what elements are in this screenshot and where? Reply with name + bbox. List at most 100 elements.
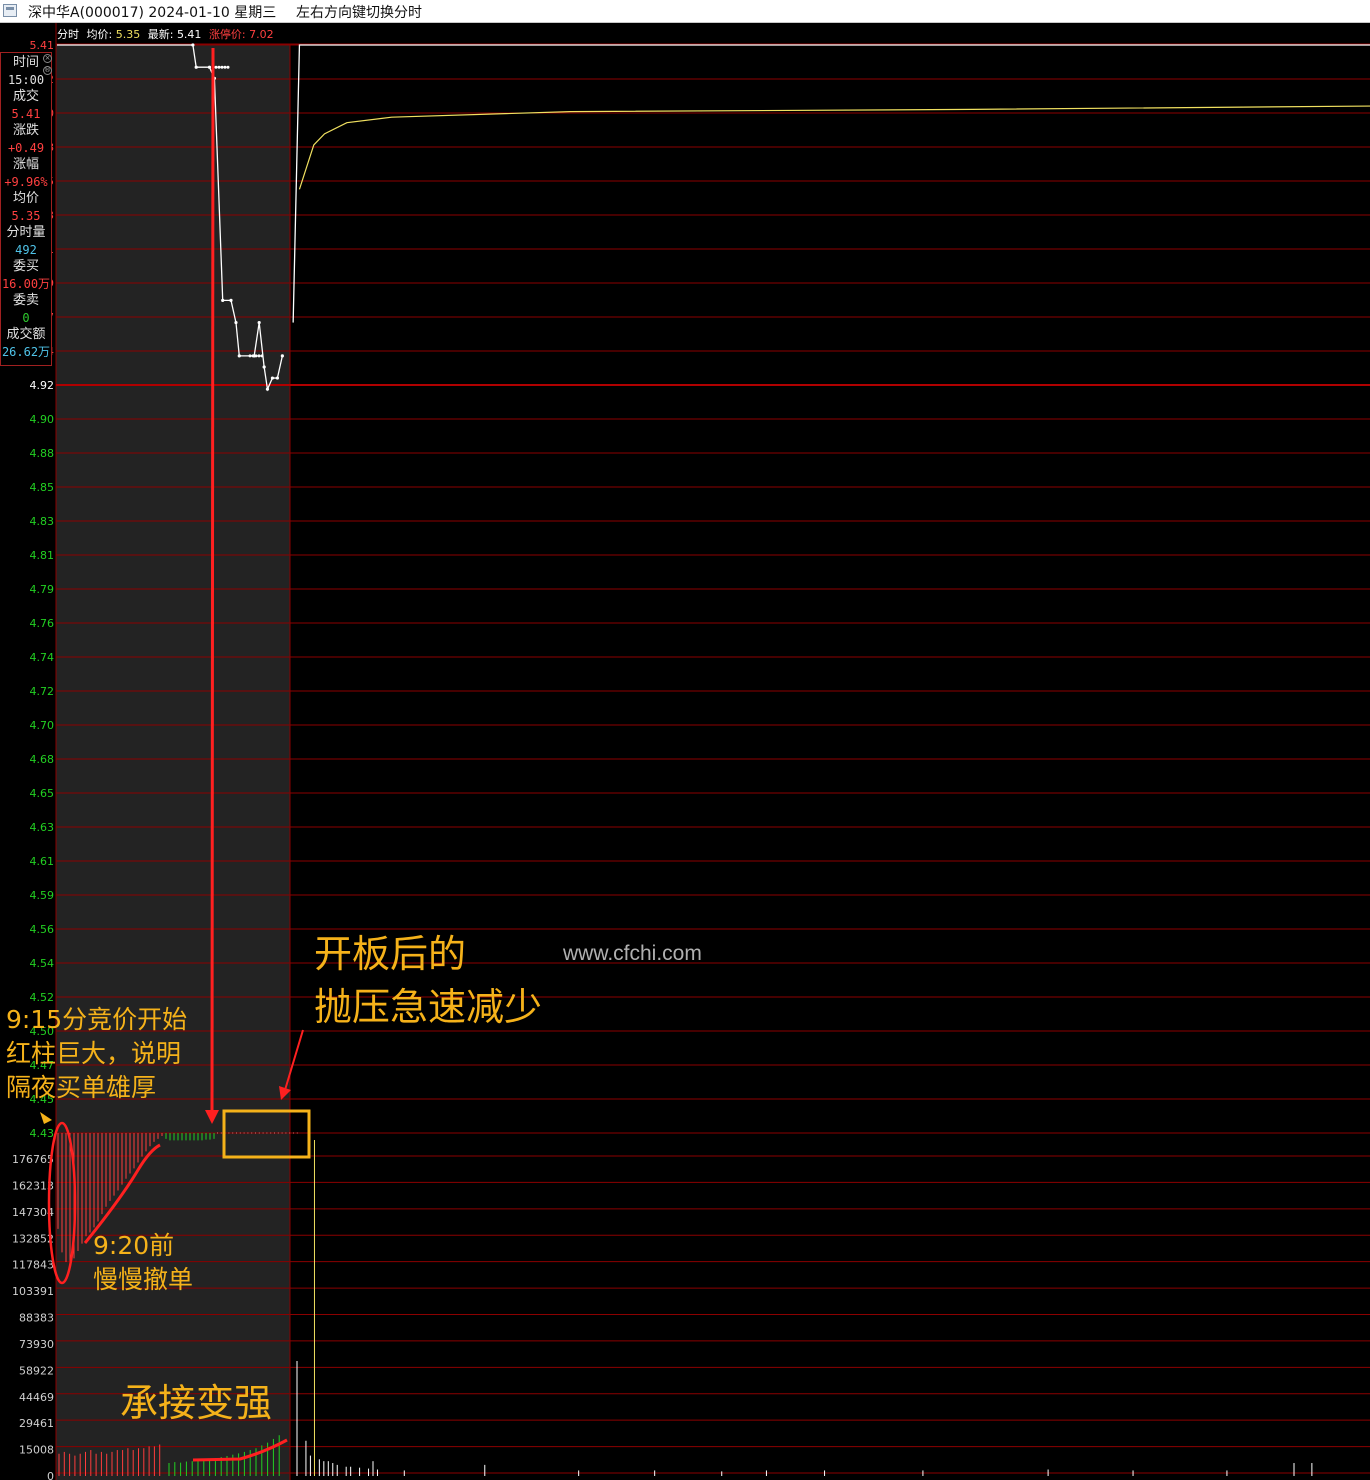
info-value: 16.00万 xyxy=(1,277,51,291)
auction-price-dot xyxy=(217,65,221,69)
app-icon xyxy=(3,4,17,17)
annotation-before-920: 9:20前 慢慢撤单 xyxy=(93,1229,193,1297)
auction-price-dot xyxy=(257,354,261,358)
price-tick-label: 4.79 xyxy=(30,583,55,596)
auction-price-dot xyxy=(254,354,258,358)
price-tick-label: 4.43 xyxy=(30,1127,55,1140)
price-tick-label: 4.61 xyxy=(30,855,55,868)
price-tick-label: 4.76 xyxy=(30,617,55,630)
volume-tick-label: 117843 xyxy=(12,1259,54,1272)
volume-tick-label: 58922 xyxy=(19,1364,54,1377)
volume-tick-label: 103391 xyxy=(12,1285,54,1298)
auction-price-dot xyxy=(257,320,261,325)
auction-price-dot xyxy=(260,354,264,358)
info-label: 委买 xyxy=(12,259,39,274)
volume-tick-label: 73930 xyxy=(19,1338,54,1351)
volume-tick-label: 29461 xyxy=(19,1417,54,1430)
price-tick-label: 4.63 xyxy=(30,821,55,834)
auction-price-dot xyxy=(251,354,255,358)
auction-price-dot xyxy=(275,376,279,380)
volume-tick-label: 88383 xyxy=(19,1312,54,1325)
auction-price-dot xyxy=(270,376,275,380)
info-value: 15:00 xyxy=(7,73,45,87)
auction-price-dot xyxy=(194,65,198,69)
auction-price-dot xyxy=(248,354,252,358)
info-value: +0.49 xyxy=(7,141,45,155)
price-tick-label: 4.74 xyxy=(30,651,55,664)
window-title: 深中华A(000017) 2024-01-10 星期三 xyxy=(28,5,277,21)
price-tick-label: 5.41 xyxy=(30,39,55,52)
auction-price-dot xyxy=(234,320,238,325)
info-value: 5.41 xyxy=(11,107,41,121)
annotation-after-open-line1: 开板后的 xyxy=(314,932,467,976)
info-value: 0 xyxy=(22,311,30,325)
price-tick-label: 4.85 xyxy=(30,481,55,494)
price-tick-label: 4.92 xyxy=(30,379,55,392)
volume-tick-label: 162313 xyxy=(12,1179,54,1192)
info-value: +9.96% xyxy=(4,175,48,189)
info-value: 5.35 xyxy=(11,209,41,223)
price-tick-label: 4.88 xyxy=(30,447,55,460)
annotation-auction: 9:15分竞价开始 红柱巨大，说明 隔夜买单雄厚 xyxy=(6,1003,187,1105)
price-tick-label: 4.56 xyxy=(30,923,55,936)
auction-price-dot xyxy=(280,354,284,358)
price-tick-label: 4.65 xyxy=(30,787,55,800)
auction-price-dot xyxy=(214,65,218,69)
info-label: 均价 xyxy=(12,191,39,206)
info-value: 492 xyxy=(15,243,37,257)
annotation-before920-line1: 9:20前 xyxy=(93,1231,175,1260)
average-price-line xyxy=(298,105,1370,190)
volume-tick-label: 15008 xyxy=(19,1444,54,1457)
auction-price-dot xyxy=(265,387,270,391)
header-limit-value: 7.02 xyxy=(249,28,274,41)
volume-tick-label: 0 xyxy=(47,1470,54,1480)
price-tick-label: 4.68 xyxy=(30,753,55,766)
intraday-chart[interactable]: 5.415.125.105.085.055.035.014.994.974.94… xyxy=(0,23,1370,1480)
volume-tick-label: 176765 xyxy=(12,1153,54,1166)
info-label: 成交额 xyxy=(6,327,46,342)
info-label: 成交 xyxy=(12,89,39,104)
info-label: 涨跌 xyxy=(12,123,39,138)
annotation-support: 承接变强 xyxy=(120,1381,273,1425)
volume-axis: 176765 162313 147304 132852 117843 103391 8838… xyxy=(12,1153,54,1480)
header-avg-label: 均价: xyxy=(87,28,113,41)
volume-tick-label: 147304 xyxy=(12,1206,54,1219)
auction-price-dot xyxy=(237,354,241,358)
price-tick-label: 4.59 xyxy=(30,889,55,902)
small-yellow-arrow xyxy=(40,1112,52,1124)
auction-price-dot xyxy=(207,65,212,69)
price-tick-label: 4.81 xyxy=(30,549,55,562)
annotation-before920-line2: 慢慢撤单 xyxy=(93,1265,194,1294)
price-tick-label: 4.72 xyxy=(30,685,55,698)
watermark: www.cfchi.com xyxy=(563,942,702,965)
price-tick-label: 4.83 xyxy=(30,515,55,528)
auction-price-dot xyxy=(221,298,225,302)
quote-info-panel: × ® 时间 15:00 成交 5.41 涨跌 +0.49 涨幅 +9.96% 均价 5.35 分时… xyxy=(0,52,52,366)
header-last-value: 5.41 xyxy=(177,28,202,41)
annotation-auction-line1: 9:15分竞价开始 xyxy=(6,1005,188,1034)
price-line xyxy=(292,44,1370,323)
auction-price-dot xyxy=(191,43,195,47)
info-label: 分时量 xyxy=(6,225,46,240)
price-tick-label: 4.90 xyxy=(30,413,55,426)
header-last-label: 最新: xyxy=(148,27,174,41)
auction-price-dot xyxy=(220,65,224,69)
auction-price-dot xyxy=(223,65,227,69)
info-label: 涨幅 xyxy=(12,157,39,172)
annotation-auction-line3: 隔夜买单雄厚 xyxy=(6,1073,157,1102)
window-titlebar: 深中华A(000017) 2024-01-10 星期三 左右方向键切换分时 xyxy=(0,0,1370,23)
auction-price-dot xyxy=(229,298,233,302)
price-tick-label: 4.70 xyxy=(30,719,55,732)
header-avg-value: 5.35 xyxy=(116,28,141,41)
annotation-auction-line2: 红柱巨大，说明 xyxy=(6,1039,182,1068)
header-label: 分时 xyxy=(57,28,79,41)
volume-tick-label: 44469 xyxy=(19,1391,54,1404)
annotation-after-open: 开板后的 抛压急速减少 xyxy=(314,928,542,1034)
info-value: 26.62万 xyxy=(1,345,51,359)
annotation-after-open-line2: 抛压急速减少 xyxy=(314,985,543,1029)
auction-price-dot xyxy=(226,65,230,69)
switch-hint: 左右方向键切换分时 xyxy=(296,5,422,21)
info-label: 委卖 xyxy=(12,293,39,308)
red-arrow-line xyxy=(210,47,215,1113)
svg-text:分时 均价: 5.35 最新:: 分时 均价: 5.35 最新: 5.41 涨停价: 7.02 xyxy=(57,27,274,41)
